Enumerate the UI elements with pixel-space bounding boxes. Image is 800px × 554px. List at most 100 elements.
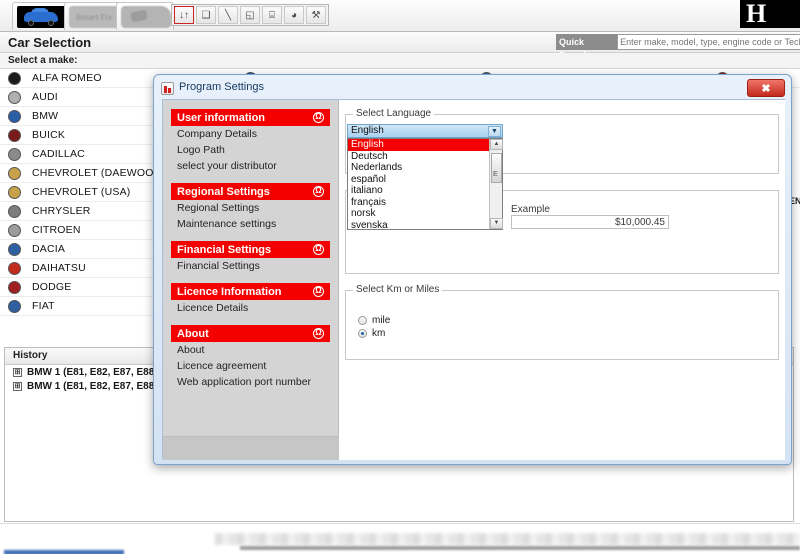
language-option[interactable]: italiano [348,185,502,197]
make-name: AUDI [32,91,58,103]
nav-group-header[interactable]: About Ω [171,325,330,342]
nav-group-header[interactable]: User information Ω [171,109,330,126]
make-name: BUICK [32,129,66,141]
nav-item-label: Licence Details [177,302,249,314]
nav-group-header[interactable]: Financial Settings Ω [171,241,330,258]
nav-item-label: select your distributor [177,160,277,172]
make-name: BMW [32,110,59,122]
close-icon[interactable]: ✖ [747,79,785,97]
nav-item-label: Web application port number [177,376,312,388]
taskbar-blur [215,533,800,545]
folder-icon [121,6,171,28]
calculator-icon[interactable]: ⌸ [262,6,282,24]
radio-km[interactable]: km [358,328,385,339]
shape-select-icon[interactable]: ◱ [240,6,260,24]
nav-item-label: Logo Path [177,144,225,156]
nav-group-header[interactable]: Regional Settings Ω [171,183,330,200]
scroll-down-icon[interactable]: ▼ [490,218,503,229]
nav-item[interactable]: Regional Settings [163,200,338,216]
help-badge-icon[interactable]: Ω [313,186,324,197]
radio-mile[interactable]: mile [358,315,390,326]
nav-item[interactable]: Licence agreement [163,358,338,374]
dialog-titlebar[interactable]: Program Settings ✖ [158,79,787,99]
language-option[interactable]: español [348,174,502,186]
nav-item-label: Financial Settings [177,260,260,272]
brand-logo: H [740,0,800,28]
nav-item[interactable]: Company Details [163,126,338,142]
help-badge-icon[interactable]: Ω [313,244,324,255]
dialog-body: User information Ω Company Details Logo Pat… [162,99,785,460]
dropdown-scrollbar[interactable]: ▲ E ▼ [489,139,503,229]
nav-group-label: About [177,327,209,340]
quick-search: Quick Search: [556,34,800,60]
nav-group-header[interactable]: Licence Information Ω [171,283,330,300]
make-name: DODGE [32,281,72,293]
bottom-taskbar [0,523,800,554]
tool-icon-strip: ↓↑ ❑ ╲ ◱ ⌸ ◕ ⚒ [171,4,329,26]
document-icon[interactable]: ❑ [196,6,216,24]
car-icon [17,6,67,28]
units-legend: Select Km or Miles [353,284,443,295]
nav-item-label: Licence agreement [177,360,267,372]
language-select[interactable]: English ▼ [347,124,503,138]
nav-item[interactable]: select your distributor [163,158,338,174]
expand-icon[interactable]: ⊞ [13,367,22,377]
make-logo-icon [4,166,24,180]
chevron-down-icon[interactable]: ▼ [488,126,501,137]
language-select-value: English [351,125,384,136]
make-logo-icon [4,109,24,123]
nav-item[interactable]: Maintenance settings [163,216,338,232]
expand-icon[interactable]: ⊞ [13,381,22,391]
chart-icon[interactable]: ↓↑ [174,6,194,24]
tab-third[interactable] [116,2,174,30]
nav-item[interactable]: Financial Settings [163,258,338,274]
nav-item[interactable]: Licence Details [163,300,338,316]
dialog-title: Program Settings [179,81,264,93]
language-option[interactable]: français [348,197,502,209]
units-groupbox: Select Km or Miles mile km [345,284,779,360]
make-logo-icon [4,128,24,142]
top-toolbar: Smart Fix ↓↑ ❑ ╲ ◱ ⌸ ◕ ⚒ H [0,0,800,32]
make-logo-icon [4,204,24,218]
diagonal-line-icon[interactable]: ╲ [218,6,238,24]
language-option[interactable]: English [348,139,502,151]
nav-item[interactable]: About [163,342,338,358]
help-badge-icon[interactable]: Ω [313,328,324,339]
quick-search-label: Quick Search: [556,34,618,60]
make-logo-icon [4,147,24,161]
help-badge-icon[interactable]: Ω [313,286,324,297]
make-name: CHEVROLET (USA) [32,186,131,198]
language-option[interactable]: Deutsch [348,151,502,163]
search-input[interactable] [617,34,800,50]
make-logo-icon [4,185,24,199]
language-legend: Select Language [353,108,435,119]
select-make-label: Select a make: [8,55,78,66]
brand-letter: H [746,0,768,28]
nav-item[interactable]: Logo Path [163,142,338,158]
close-icon-glyph: ✖ [761,82,771,95]
make-name: FIAT [32,300,55,312]
language-option[interactable]: svenska [348,220,502,232]
taskbar-tile [4,550,124,554]
make-name: CHRYSLER [32,205,91,217]
nav-item[interactable]: Web application port number [163,374,338,390]
language-option[interactable]: norsk [348,208,502,220]
settings-icon [161,82,174,95]
dialog-content: Select Language Select Km or Miles mile … [339,100,785,460]
make-logo-icon [4,242,24,256]
help-badge-icon[interactable]: Ω [313,112,324,123]
tab-smartfix[interactable]: Smart Fix [64,2,122,30]
scroll-up-icon[interactable]: ▲ [490,139,503,150]
tab-car[interactable] [12,2,70,30]
pie-chart-icon[interactable]: ◕ [284,6,304,24]
nav-group-label: Regional Settings [177,185,270,198]
scrollbar-mark: E [493,171,498,178]
language-option[interactable]: Nederlands [348,162,502,174]
language-dropdown-list[interactable]: English Deutsch Nederlands español italiano f… [347,138,503,232]
make-name: CITROEN [32,224,81,236]
nav-item-label: Maintenance settings [177,218,277,230]
make-name: DACIA [32,243,66,255]
wrench-icon[interactable]: ⚒ [306,6,326,24]
scrollbar-thumb[interactable] [491,153,502,183]
chart-icon-glyph: ↓↑ [179,9,189,21]
